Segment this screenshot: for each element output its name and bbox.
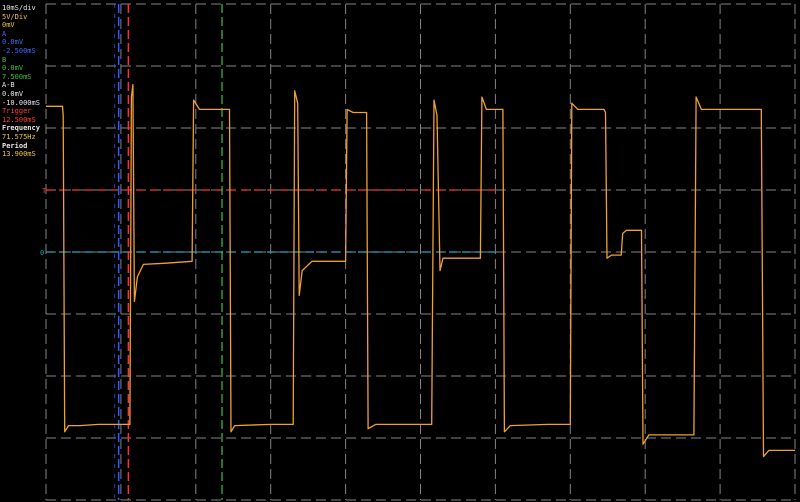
- screen-background: [0, 0, 800, 502]
- period-label: Period: [2, 141, 28, 150]
- delta-label: A-B: [2, 81, 15, 90]
- volts-per-div-readout: 5V/Div: [2, 12, 28, 21]
- measurement-readout: 10mS/div 5V/Div 0mV A 0.0mV -2.500mS B 0…: [2, 4, 72, 159]
- cursor-b-label: B: [2, 55, 7, 64]
- frequency-value: 71.575Hz: [2, 132, 36, 141]
- offset-readout: 0mV: [2, 21, 15, 30]
- zero-level-marker[interactable]: 0: [40, 249, 44, 257]
- cursor-a-label: A: [2, 29, 7, 38]
- trigger-time-readout: 12.500mS: [2, 115, 36, 124]
- cursor-a-volt-readout: 0.0mV: [2, 38, 24, 47]
- cursor-b-time-readout: 7.500mS: [2, 72, 32, 81]
- delta-volt-readout: 0.0mV: [2, 89, 24, 98]
- frequency-label: Frequency: [2, 124, 40, 133]
- cursor-b-volt-readout: 0.0mV: [2, 64, 24, 73]
- oscilloscope-screen[interactable]: T 0: [0, 0, 800, 502]
- oscilloscope-window: T 0 10mS/div 5V/Div 0mV A 0.0mV -2.500mS…: [0, 0, 800, 502]
- trigger-label: Trigger: [2, 107, 32, 116]
- delta-time-readout: -10.000mS: [2, 98, 40, 107]
- period-value: 13.900mS: [2, 150, 36, 159]
- cursor-a-time-readout: -2.500mS: [2, 46, 36, 55]
- timebase-readout: 10mS/div: [2, 4, 36, 12]
